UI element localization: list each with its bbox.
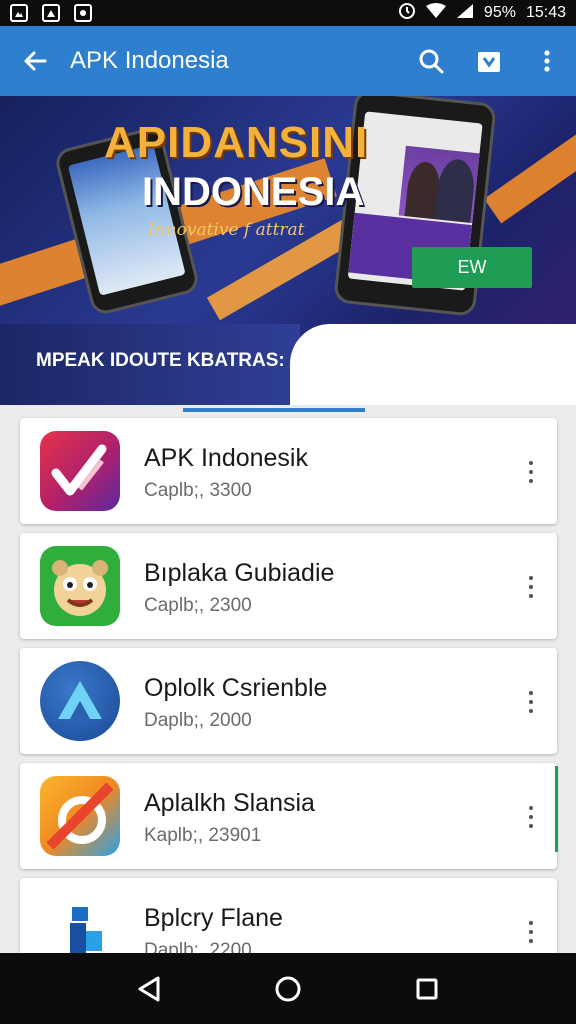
tab-indicator	[183, 408, 365, 412]
nav-back-button[interactable]	[119, 959, 179, 1019]
back-button[interactable]	[0, 26, 70, 96]
triangle-back-icon	[138, 976, 160, 1001]
arrow-back-icon	[24, 51, 47, 71]
item-menu-button[interactable]	[519, 799, 543, 835]
arrow-app-icon	[40, 661, 120, 741]
more-vertical-icon	[544, 50, 550, 72]
app-meta: Kaplb;, 23901	[144, 825, 262, 846]
mountain-notification-icon	[42, 4, 60, 22]
page-title: APK Indonesia	[70, 47, 229, 74]
item-menu-button[interactable]	[519, 684, 543, 720]
wifi-icon	[425, 2, 446, 24]
shopping-bag-icon	[478, 52, 500, 72]
circle-home-icon	[275, 976, 301, 1001]
app-list-item[interactable]: APK Indonesik Caplb;, 3300	[20, 418, 557, 524]
app-meta: Caplb;, 2300	[144, 595, 252, 616]
app-list-item[interactable]: Oplolk Csrienble Daplb;, 2000	[20, 648, 557, 754]
app-list-item[interactable]: Bıplaka Gubiadie Caplb;, 2300	[20, 533, 557, 639]
scrollbar[interactable]	[555, 766, 558, 852]
banner-action-button[interactable]: EW	[412, 247, 532, 288]
system-nav-bar	[0, 953, 576, 1024]
overflow-menu-button[interactable]	[518, 26, 576, 96]
nav-recents-button[interactable]	[397, 959, 457, 1019]
search-button[interactable]	[402, 26, 460, 96]
clock: 15:43	[525, 4, 566, 21]
banner-title-line2: INDONESIA	[142, 170, 365, 214]
app-list-item[interactable]: Bplcry Flane Daplb;, 2200	[20, 878, 557, 953]
app-meta: Daplb;, 2000	[144, 710, 252, 731]
decorative-swoosh	[484, 118, 576, 224]
notification-icons	[10, 4, 92, 22]
checkmark-app-icon	[40, 431, 120, 511]
app-name: Aplalkh Slansia	[144, 789, 315, 817]
app-list-item[interactable]: Aplalkh Slansia Kaplb;, 23901	[20, 763, 557, 869]
app-name: Bıplaka Gubiadie	[144, 559, 335, 587]
alarm-icon	[398, 2, 416, 25]
search-icon	[419, 49, 444, 74]
app-bar: APK Indonesia	[0, 26, 576, 96]
blocks-app-icon	[40, 891, 120, 953]
app-meta: Daplb;, 2200	[144, 940, 252, 953]
app-meta: Caplb;, 3300	[144, 480, 252, 501]
nav-home-button[interactable]	[258, 959, 318, 1019]
banner-strip: MPEAK IDOUTE KBATRAS:	[0, 324, 576, 405]
people-photo	[398, 145, 482, 224]
square-recents-icon	[416, 978, 438, 999]
banner-title-line1: APIDANSINI	[104, 118, 369, 167]
slash-app-icon	[40, 776, 120, 856]
app-name: Oplolk Csrienble	[144, 674, 328, 702]
item-menu-button[interactable]	[519, 914, 543, 950]
item-menu-button[interactable]	[519, 454, 543, 490]
banner-subtitle: MPEAK IDOUTE KBATRAS:	[36, 350, 285, 371]
app-name: Bplcry Flane	[144, 904, 283, 932]
app-notification-icon	[74, 4, 92, 22]
cartoon-face-app-icon	[40, 546, 120, 626]
store-button[interactable]	[460, 26, 518, 96]
item-menu-button[interactable]	[519, 569, 543, 605]
app-name: APK Indonesik	[144, 444, 308, 472]
signal-icon	[456, 3, 474, 24]
battery-percent: 95%	[483, 4, 516, 21]
banner-tagline: Innovative f attrat	[148, 220, 305, 240]
status-bar: 95% 15:43	[0, 0, 576, 26]
image-notification-icon	[10, 4, 28, 22]
